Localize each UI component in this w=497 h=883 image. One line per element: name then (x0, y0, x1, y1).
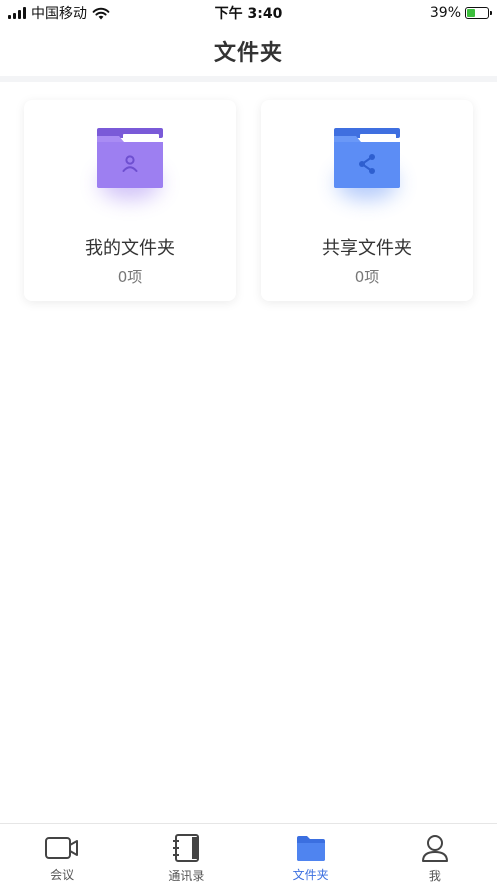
person-folder-icon (93, 126, 167, 200)
status-left: 中国移动 (8, 3, 110, 23)
screen: 中国移动 下午 3:40 39% 文件夹 我的文件夹 0项 共享文件夹 0项 会… (0, 0, 497, 883)
tab-contacts-label: 通讯录 (168, 869, 205, 883)
tab-me[interactable]: 我 (373, 824, 497, 883)
video-camera-icon (44, 833, 80, 862)
shared-folder-title: 共享文件夹 (322, 238, 412, 259)
my-folder-card[interactable]: 我的文件夹 0项 (24, 100, 236, 301)
tab-meeting-label: 会议 (50, 868, 75, 882)
person-icon (417, 833, 453, 863)
nav-divider (0, 76, 497, 82)
share-folder-icon (330, 126, 404, 200)
battery-fill (467, 9, 475, 17)
signal-icon (8, 7, 26, 19)
tab-contacts[interactable]: 通讯录 (124, 824, 248, 883)
my-folder-title: 我的文件夹 (85, 238, 175, 259)
battery-percent: 39% (429, 5, 461, 21)
shared-folder-count: 0项 (354, 268, 380, 286)
address-book-icon (168, 833, 204, 863)
folder-cards: 我的文件夹 0项 共享文件夹 0项 (24, 100, 473, 301)
my-folder-count: 0项 (117, 268, 143, 286)
battery-icon (465, 7, 492, 19)
tab-meeting[interactable]: 会议 (0, 824, 124, 883)
tab-folders[interactable]: 文件夹 (249, 824, 373, 883)
folder-icon (293, 833, 329, 862)
tab-bar: 会议 通讯录 文件夹 我 (0, 823, 497, 883)
wifi-icon (92, 7, 110, 19)
tab-folders-label: 文件夹 (292, 868, 329, 882)
nav-bar: 文件夹 (0, 26, 497, 76)
tab-me-label: 我 (428, 869, 441, 883)
status-bar: 中国移动 下午 3:40 39% (0, 0, 497, 26)
page-title: 文件夹 (213, 41, 283, 66)
status-right: 39% (429, 5, 492, 21)
shared-folder-card[interactable]: 共享文件夹 0项 (261, 100, 473, 301)
carrier-label: 中国移动 (31, 6, 87, 22)
